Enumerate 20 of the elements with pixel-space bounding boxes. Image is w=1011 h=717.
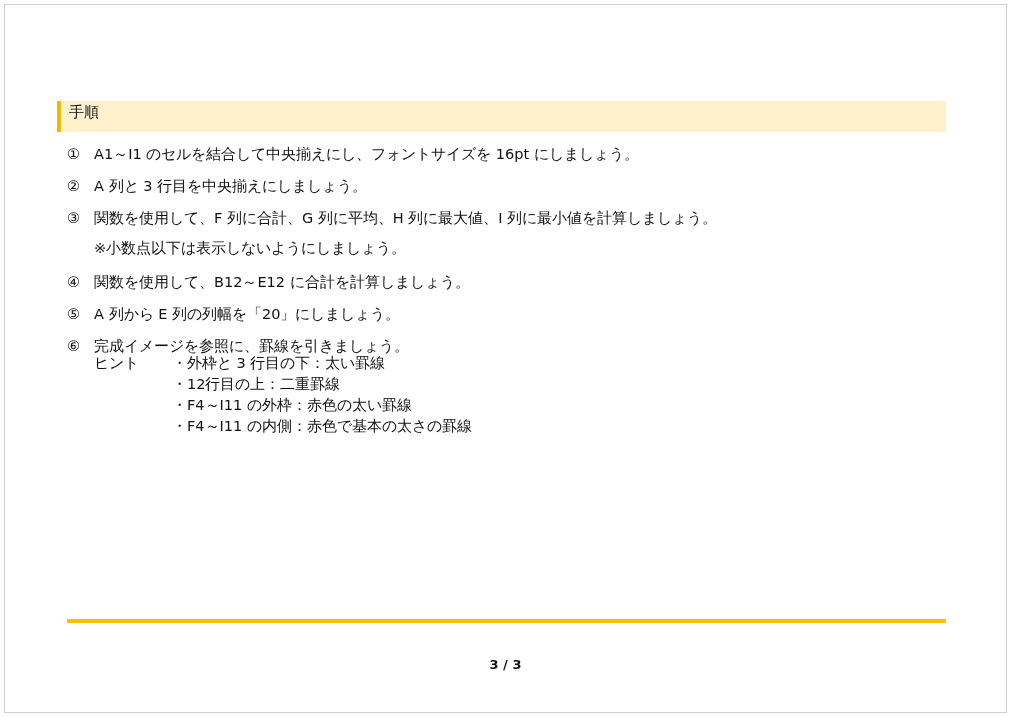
page-number: 3 / 3 <box>488 657 523 672</box>
step-text: A 列と 3 行目を中央揃えにしましょう。 <box>94 176 367 196</box>
step-text: A1～I1 のセルを結合して中央揃えにし、フォントサイズを 16pt にしましょう。 <box>94 144 639 164</box>
hint-item: ・12行目の上：二重罫線 <box>172 375 342 394</box>
step-number: ⑤ <box>67 306 81 322</box>
hint-item: ・F4～I11 の内側：赤色で基本の太さの罫線 <box>172 417 472 436</box>
step-number: ④ <box>67 274 81 290</box>
hint-item: ・外枠と 3 行目の下：太い罫線 <box>172 354 387 373</box>
step-number: ③ <box>67 210 81 226</box>
section-heading: 手順 <box>57 101 946 132</box>
hint-label: ヒント <box>94 354 140 373</box>
step-number: ② <box>67 178 81 194</box>
hint-item: ・F4～I11 の外枠：赤色の太い罫線 <box>172 396 413 415</box>
step-text: 関数を使用して、B12～E12 に合計を計算しましょう。 <box>94 272 470 292</box>
step-text: 関数を使用して、F 列に合計、G 列に平均、H 列に最大値、I 列に最小値を計算しましょう。 <box>94 208 718 228</box>
step-number: ⑥ <box>67 338 81 354</box>
step-text: A 列から E 列の列幅を「20」にしましょう。 <box>94 304 401 324</box>
step-text: 完成イメージを参照に、罫線を引きましょう。 <box>94 336 409 355</box>
step-note: ※小数点以下は表示しないようにしましょう。 <box>93 239 408 258</box>
step-number: ① <box>67 146 81 162</box>
